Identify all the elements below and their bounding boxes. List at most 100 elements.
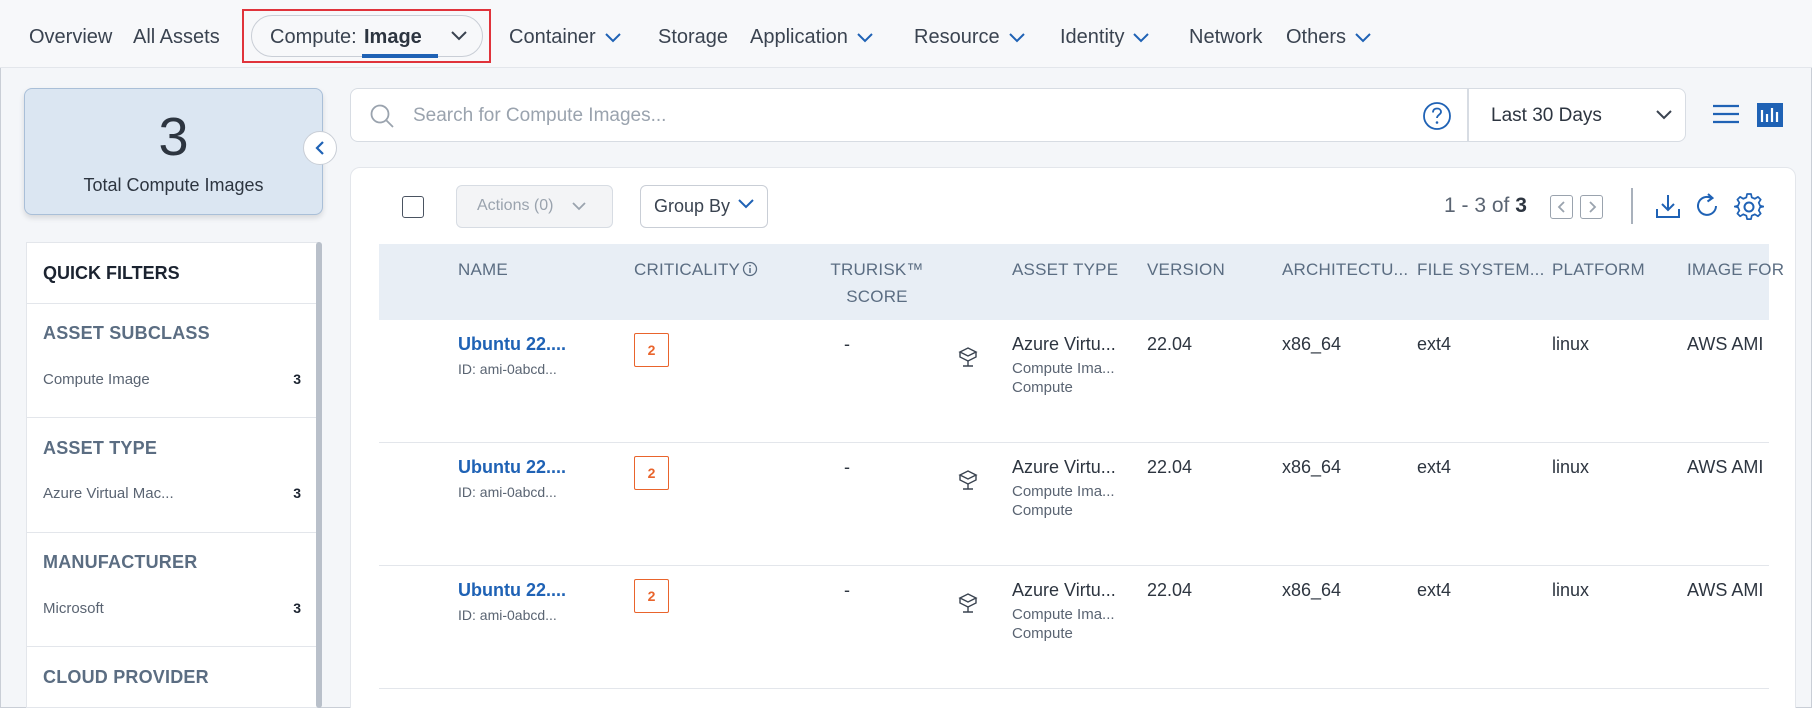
table-row[interactable]: Ubuntu 22.... ID: ami-0abcd... 2 - Azure… [379, 320, 1769, 443]
filter-item-count: 3 [293, 371, 301, 387]
col-architecture[interactable]: ARCHITECTU... [1282, 260, 1408, 280]
total-count-card: 3 Total Compute Images [24, 88, 323, 215]
asset-subclass: Compute Ima... [1012, 483, 1115, 500]
table-row[interactable]: Ubuntu 22.... ID: ami-0abcd... 2 - Azure… [379, 443, 1769, 566]
search-icon [370, 104, 394, 128]
quick-filters-title: QUICK FILTERS [43, 263, 180, 283]
file-system-value: ext4 [1417, 334, 1452, 354]
filter-item-azure-vm[interactable]: Azure Virtual Mac... 3 [43, 485, 301, 502]
nav-network[interactable]: Network [1189, 24, 1262, 50]
download-icon[interactable] [1654, 192, 1682, 220]
asset-class: Compute [1012, 625, 1073, 642]
asset-type-cell: Azure Virtu... Compute Ima... Compute [1012, 580, 1116, 642]
col-criticality[interactable]: CRITICALITY [634, 260, 758, 280]
nav-container[interactable]: Container [509, 24, 622, 50]
chevron-down-icon [857, 33, 873, 43]
divider [27, 417, 318, 418]
version-value: 22.04 [1147, 334, 1193, 354]
filter-heading-asset-subclass: ASSET SUBCLASS [43, 323, 210, 343]
info-icon[interactable] [742, 261, 758, 277]
pagination-total: 3 [1515, 194, 1527, 217]
name-cell: Ubuntu 22.... ID: ami-0abcd... [458, 334, 566, 377]
filter-item-microsoft[interactable]: Microsoft 3 [43, 600, 301, 617]
nav-application[interactable]: Application [750, 24, 874, 50]
col-image-format[interactable]: IMAGE FOR [1687, 260, 1784, 280]
compute-image-icon [958, 593, 978, 613]
image-format-value: AWS AMI [1687, 334, 1764, 354]
filter-item-label: Microsoft [43, 600, 104, 617]
asset-name-link[interactable]: Ubuntu 22.... [458, 580, 566, 601]
filters-scrollbar[interactable] [316, 242, 322, 708]
col-trurisk-line2: SCORE [846, 287, 908, 306]
asset-class: Compute [1012, 379, 1073, 396]
nav-others-label: Others [1286, 26, 1347, 48]
nav-resource[interactable]: Resource [914, 24, 1026, 50]
image-format-value: AWS AMI [1687, 580, 1764, 600]
nav-storage[interactable]: Storage [658, 24, 728, 50]
top-navigation: Overview All Assets Compute: Image Conta… [0, 0, 1812, 68]
asset-name-link[interactable]: Ubuntu 22.... [458, 457, 566, 478]
nav-resource-label: Resource [914, 26, 1000, 48]
trurisk-score: - [844, 334, 850, 354]
chart-view-icon[interactable] [1756, 102, 1784, 128]
prev-page-button[interactable] [1550, 195, 1573, 219]
asset-subclass: Compute Ima... [1012, 606, 1115, 623]
help-icon[interactable] [1422, 101, 1452, 131]
chevron-down-icon [1656, 110, 1672, 120]
select-all-checkbox[interactable] [402, 196, 424, 218]
col-platform[interactable]: PLATFORM [1552, 260, 1645, 280]
asset-type-cell: Azure Virtu... Compute Ima... Compute [1012, 334, 1116, 396]
group-by-dropdown[interactable]: Group By [640, 185, 768, 228]
filter-item-compute-image[interactable]: Compute Image 3 [43, 371, 301, 388]
filter-heading-asset-type: ASSET TYPE [43, 438, 158, 458]
nav-identity-label: Identity [1060, 26, 1125, 48]
collapse-sidebar-button[interactable] [303, 131, 337, 165]
table-row[interactable]: Ubuntu 22.... ID: ami-0abcd... 2 - Azure… [379, 566, 1769, 689]
col-criticality-label: CRITICALITY [634, 260, 741, 279]
nav-all-assets[interactable]: All Assets [133, 24, 220, 50]
file-system-value: ext4 [1417, 580, 1452, 600]
actions-dropdown: Actions (0) [456, 185, 613, 228]
asset-class: Compute [1012, 502, 1073, 519]
divider [27, 532, 318, 533]
file-system-value: ext4 [1417, 457, 1452, 477]
total-count-caption: Total Compute Images [83, 175, 264, 195]
asset-id: ID: ami-0abcd... [458, 607, 557, 623]
nav-overview[interactable]: Overview [29, 24, 112, 50]
total-count: 3 [158, 107, 189, 167]
settings-gear-icon[interactable] [1734, 192, 1764, 222]
trurisk-score: - [844, 457, 850, 477]
version-value: 22.04 [1147, 457, 1193, 477]
chevron-down-icon [1355, 33, 1371, 43]
col-asset-type[interactable]: ASSET TYPE [1012, 260, 1118, 280]
nav-others[interactable]: Others [1286, 24, 1372, 50]
search-input[interactable]: Search for Compute Images... [413, 105, 666, 127]
date-range-select[interactable]: Last 30 Days [1468, 88, 1686, 142]
name-cell: Ubuntu 22.... ID: ami-0abcd... [458, 457, 566, 500]
col-name[interactable]: NAME [458, 260, 508, 280]
toolbar-divider [1631, 188, 1633, 224]
nav-identity[interactable]: Identity [1060, 24, 1150, 50]
actions-label: Actions (0) [477, 197, 554, 214]
nav-application-label: Application [750, 26, 848, 48]
col-trurisk-score[interactable]: TRURISK™ SCORE [822, 256, 932, 310]
platform-value: linux [1552, 580, 1590, 600]
chevron-down-icon [1008, 33, 1025, 43]
nav-container-label: Container [509, 26, 596, 48]
table-header: NAME CRITICALITY TRURISK™ SCORE ASSET TYP… [379, 244, 1784, 320]
asset-name-link[interactable]: Ubuntu 22.... [458, 334, 566, 355]
refresh-icon[interactable] [1693, 192, 1721, 220]
criticality-badge: 2 [634, 456, 669, 490]
filter-item-count: 3 [293, 485, 301, 501]
chevron-right-icon [1588, 201, 1596, 213]
group-by-label: Group By [654, 196, 731, 216]
next-page-button[interactable] [1580, 195, 1603, 219]
filter-heading-manufacturer: MANUFACTURER [43, 552, 198, 572]
search-bar: Search for Compute Images... [350, 88, 1468, 142]
list-view-icon[interactable] [1712, 103, 1740, 125]
compute-dropdown[interactable]: Compute: Image [251, 15, 483, 58]
filter-item-count: 3 [293, 600, 301, 616]
col-version[interactable]: VERSION [1147, 260, 1225, 280]
col-file-system[interactable]: FILE SYSTEM... [1417, 260, 1545, 280]
compute-value: Image [364, 26, 422, 48]
